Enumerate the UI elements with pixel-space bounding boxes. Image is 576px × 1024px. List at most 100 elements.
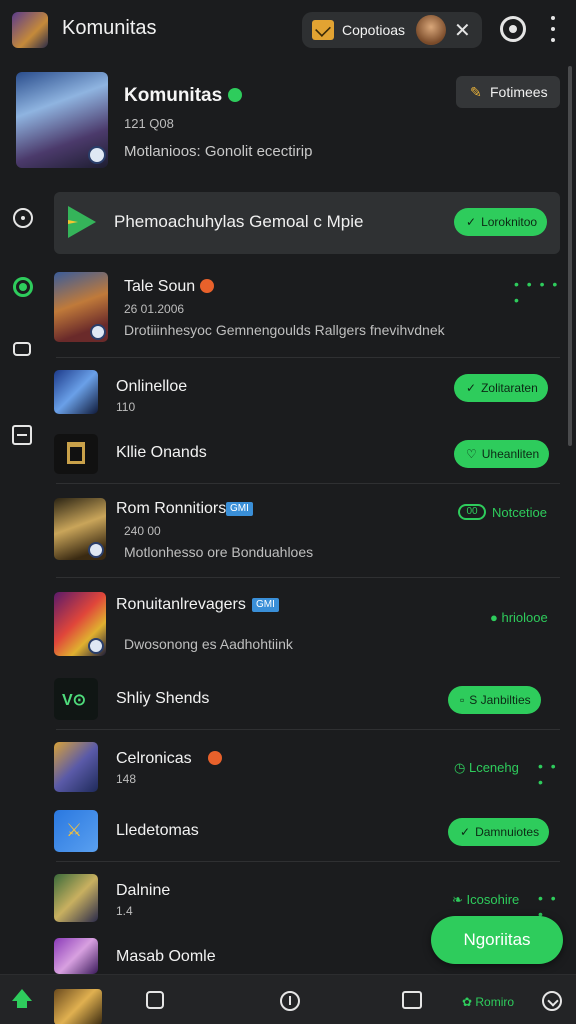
list-item-title: Dalnine: [116, 882, 171, 899]
more-icon[interactable]: • • •: [538, 758, 560, 790]
list-item-button-label: Damnuiotes: [475, 825, 540, 839]
list-item-button-label: Zolitaraten: [481, 381, 538, 395]
list-item-title: Ronuitanlrevagers: [116, 596, 246, 613]
pencil-icon: ✎: [470, 84, 482, 100]
close-icon[interactable]: ✕: [454, 18, 471, 43]
list-item-thumbnail: [54, 370, 98, 414]
list-item[interactable]: Celronicas 148 ◷ Lcenehg • • •: [54, 742, 560, 794]
game-thumbnail[interactable]: [54, 989, 102, 1024]
bottom-nav-tab-label: Romiro: [475, 995, 515, 1009]
list-item[interactable]: Onlinelloe 110 ✓ Zolitaraten: [54, 368, 560, 414]
new-post-fab[interactable]: Ngoriitas: [431, 916, 563, 964]
list-item-button[interactable]: ✓ Damnuiotes: [448, 818, 550, 846]
list-item-title: Kllie Onands: [116, 444, 207, 461]
gear-icon[interactable]: [500, 16, 526, 42]
gear-icon: ✿: [462, 995, 476, 1009]
logo-icon: V⊙: [62, 692, 87, 709]
notification-pill[interactable]: Copotioas ✕: [302, 12, 482, 48]
home-icon[interactable]: [12, 989, 32, 1008]
rail-list-icon[interactable]: [12, 425, 32, 445]
badge-icon: [88, 638, 104, 654]
list-item-button[interactable]: ♡ Uheanliten: [454, 440, 550, 468]
play-store-icon: [68, 206, 96, 238]
clock-icon: ◷: [454, 760, 469, 775]
list-item-meta: 110: [116, 400, 136, 414]
list-item-action[interactable]: 00 Notcetioe: [458, 498, 547, 526]
list-item-link[interactable]: ◷ Lcenehg: [454, 760, 519, 776]
bottom-nav: ✿ Romiro: [0, 974, 576, 1024]
rail-message-icon[interactable]: [13, 342, 31, 356]
list-item-button[interactable]: ✓ Zolitaraten: [454, 374, 548, 402]
toggle-icon: 00: [458, 504, 486, 520]
divider: [56, 861, 560, 862]
list-item-button[interactable]: ▫ S Janbilties: [448, 686, 541, 714]
list-item-thumbnail: [54, 938, 98, 974]
fire-icon: [200, 279, 214, 293]
list-item-button-label: Uheanliten: [481, 447, 540, 461]
user-avatar: [416, 15, 446, 45]
list-item-thumbnail: [54, 874, 98, 922]
rail-active-icon[interactable]: [13, 277, 33, 297]
list-item[interactable]: ⚔ Lledetomas ✓ Damnuiotes: [54, 808, 560, 854]
list-item-thumbnail: [54, 592, 106, 656]
featured-row-button-label: Loroknitoo: [481, 215, 538, 229]
info-icon[interactable]: [280, 991, 300, 1011]
list-item-tag: GMI: [226, 502, 253, 516]
community-description: Motlanioos: Gonolit ecectirip: [124, 143, 313, 160]
list-item[interactable]: Tale Soun 26 01.2006 Drotiiinhesyoc Gemn…: [54, 270, 560, 342]
app-avatar[interactable]: [12, 12, 48, 48]
edit-button-label: Fotimees: [490, 84, 548, 100]
list-item-link-label: hriolooe: [501, 610, 548, 625]
fire-icon: [208, 751, 222, 765]
list-item-link[interactable]: ❧ Icosohire: [452, 892, 519, 908]
divider: [56, 729, 560, 730]
check-icon: ✓: [466, 381, 477, 395]
list-item-title: Shliy Shends: [116, 690, 210, 707]
list-item[interactable]: Kllie Onands ♡ Uheanliten: [54, 432, 560, 476]
chat-icon[interactable]: [402, 991, 422, 1009]
list-item-thumbnail: V⊙: [54, 678, 98, 720]
scrollbar-thumb[interactable]: [568, 66, 572, 446]
verified-icon: [228, 88, 242, 102]
bottom-nav-tab[interactable]: ✿ Romiro: [462, 995, 514, 1009]
logo-icon: [67, 442, 85, 464]
list-item-thumbnail: [54, 742, 98, 792]
check-icon: ✓: [466, 215, 477, 229]
list-item-meta: 1.4: [116, 904, 133, 918]
list-item[interactable]: Ronuitanlrevagers GMI Dwosonong es Aadho…: [54, 592, 560, 658]
rail-info-icon[interactable]: [13, 208, 33, 228]
list-item-link[interactable]: ● hriolooe: [490, 610, 548, 625]
featured-row[interactable]: Phemoachuhylas Gemoal c Mpie ✓ Loroknito…: [54, 192, 560, 254]
list-item[interactable]: Rom Ronnitiors GMI 240 00 Motlonhesso or…: [54, 498, 560, 562]
featured-row-button[interactable]: ✓ Loroknitoo: [454, 208, 548, 236]
list-item-title: Celronicas: [116, 750, 192, 767]
list-item-title: Rom Ronnitiors: [116, 500, 227, 517]
leaf-icon: ❧: [452, 892, 467, 907]
badge-icon: [88, 542, 104, 558]
list-item-meta: 240 00: [124, 524, 161, 538]
list-item-thumbnail: [54, 272, 108, 342]
more-menu-icon[interactable]: [546, 16, 560, 42]
featured-row-title: Phemoachuhylas Gemoal c Mpie: [114, 212, 364, 231]
check-icon: ✓: [460, 825, 471, 839]
list-item-thumbnail: [54, 434, 98, 474]
community-banner-image: [16, 72, 108, 168]
chevron-down-icon[interactable]: [542, 991, 562, 1011]
badge-icon: [88, 146, 106, 164]
divider: [56, 577, 560, 578]
more-icon[interactable]: • • • • •: [514, 276, 560, 308]
edit-button[interactable]: ✎ Fotimees: [456, 76, 560, 108]
gear-icon: ●: [490, 610, 502, 625]
list-item-link-label: Icosohire: [466, 892, 520, 907]
scrollbar[interactable]: [568, 66, 572, 966]
list-item-title: Masab Oomle: [116, 948, 216, 965]
page-title: Komunitas: [62, 17, 157, 39]
list-item[interactable]: V⊙ Shliy Shends ▫ S Janbilties: [54, 676, 560, 722]
list-item-description: Drotiiinhesyoc Gemnengoulds Rallgers fne…: [124, 322, 445, 338]
edit-icon[interactable]: [146, 991, 164, 1009]
list-item-meta: 148: [116, 772, 137, 786]
notification-pill-label: Copotioas: [342, 22, 406, 38]
sword-icon: ⚔: [66, 820, 83, 840]
list-item-title: Lledetomas: [116, 822, 199, 839]
list-item-meta: 26 01.2006: [124, 302, 185, 316]
